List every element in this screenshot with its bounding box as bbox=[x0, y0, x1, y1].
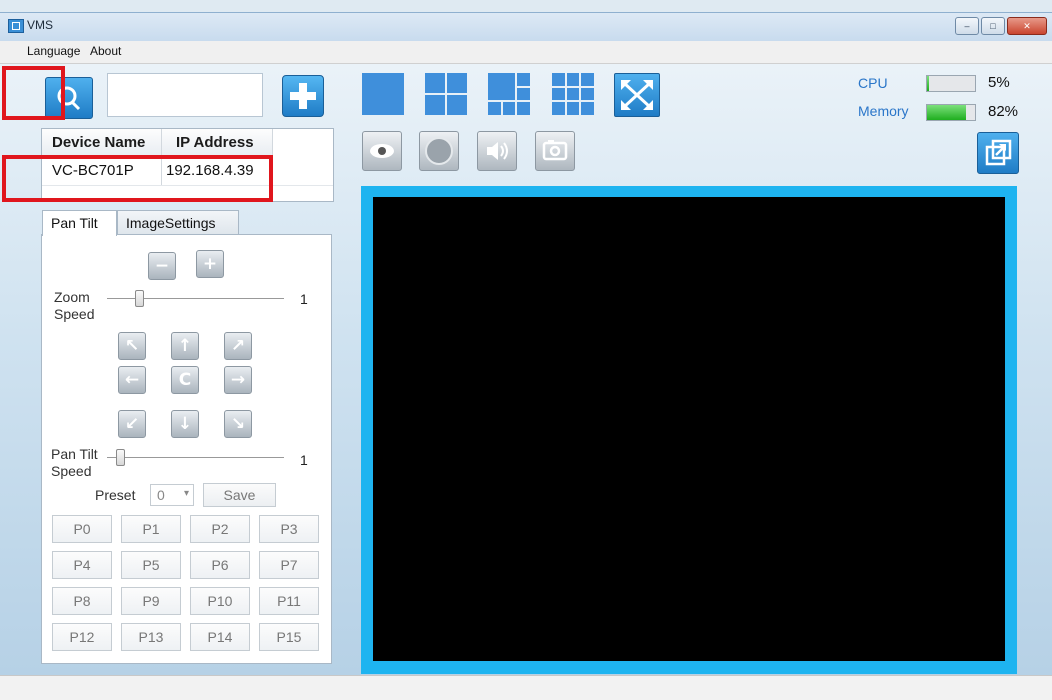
snapshot-button[interactable] bbox=[535, 131, 575, 171]
preview-button[interactable] bbox=[362, 131, 402, 171]
minimize-button[interactable]: – bbox=[955, 17, 979, 35]
cpu-value: 5% bbox=[988, 74, 1010, 91]
layout-1x1-button[interactable] bbox=[362, 73, 404, 115]
pan-tilt-speed-value: 1 bbox=[300, 452, 308, 468]
preset-button-p6[interactable]: P6 bbox=[190, 551, 250, 579]
column-header-device-name[interactable]: Device Name bbox=[52, 134, 145, 151]
device-search-input[interactable] bbox=[107, 73, 263, 117]
speaker-icon bbox=[487, 142, 508, 160]
pan-right-button[interactable]: → bbox=[224, 366, 252, 394]
app-icon bbox=[8, 19, 24, 33]
highlight-box-device-row bbox=[2, 155, 273, 202]
popout-window-button[interactable] bbox=[977, 132, 1019, 174]
preset-button-p7[interactable]: P7 bbox=[259, 551, 319, 579]
pan-tilt-speed-track bbox=[107, 457, 284, 458]
pan-up-button[interactable]: ↑ bbox=[171, 332, 199, 360]
title-bar: VMS – □ ✕ bbox=[0, 12, 1052, 41]
preset-button-p10[interactable]: P10 bbox=[190, 587, 250, 615]
expand-icon bbox=[621, 80, 653, 110]
window-title: VMS bbox=[27, 18, 54, 32]
pan-left-button[interactable]: ← bbox=[118, 366, 146, 394]
preset-button-p2[interactable]: P2 bbox=[190, 515, 250, 543]
preset-button-p11[interactable]: P11 bbox=[259, 587, 319, 615]
save-preset-button[interactable]: Save bbox=[203, 483, 276, 507]
menu-about[interactable]: About bbox=[90, 44, 121, 58]
memory-label: Memory bbox=[858, 103, 909, 119]
tab-pan-tilt[interactable]: Pan Tilt bbox=[42, 210, 117, 236]
preset-button-p4[interactable]: P4 bbox=[52, 551, 112, 579]
pan-down-right-button[interactable]: ↘ bbox=[224, 410, 252, 438]
cpu-label: CPU bbox=[858, 75, 888, 91]
menu-bar: Language About bbox=[0, 41, 1052, 64]
zoom-out-button[interactable]: − bbox=[148, 252, 176, 280]
preset-button-p0[interactable]: P0 bbox=[52, 515, 112, 543]
memory-value: 82% bbox=[988, 103, 1019, 120]
zoom-speed-track bbox=[107, 298, 284, 299]
layout-3x3-button[interactable] bbox=[552, 73, 594, 115]
memory-usage-bar bbox=[926, 104, 976, 121]
record-button[interactable] bbox=[419, 131, 459, 171]
preset-button-p15[interactable]: P15 bbox=[259, 623, 319, 651]
column-header-ip-address[interactable]: IP Address bbox=[176, 134, 254, 151]
add-device-button[interactable] bbox=[282, 75, 324, 117]
audio-button[interactable] bbox=[477, 131, 517, 171]
close-button[interactable]: ✕ bbox=[1007, 17, 1047, 35]
zoom-in-button[interactable]: + bbox=[196, 250, 224, 278]
pan-home-button[interactable]: C bbox=[171, 366, 199, 394]
eye-icon bbox=[370, 144, 394, 158]
pan-down-button[interactable]: ↓ bbox=[171, 410, 199, 438]
maximize-button[interactable]: □ bbox=[981, 17, 1005, 35]
preset-label: Preset bbox=[95, 487, 136, 503]
layout-2x2-button[interactable] bbox=[425, 73, 467, 115]
preset-button-p12[interactable]: P12 bbox=[52, 623, 112, 651]
menu-language[interactable]: Language bbox=[27, 44, 80, 58]
preset-button-p13[interactable]: P13 bbox=[121, 623, 181, 651]
preset-button-p5[interactable]: P5 bbox=[121, 551, 181, 579]
video-display[interactable] bbox=[373, 197, 1005, 661]
cpu-usage-bar bbox=[926, 75, 976, 92]
zoom-speed-label: Zoom Speed bbox=[54, 289, 95, 322]
pan-down-left-button[interactable]: ↙ bbox=[118, 410, 146, 438]
pan-up-left-button[interactable]: ↖ bbox=[118, 332, 146, 360]
preset-button-p14[interactable]: P14 bbox=[190, 623, 250, 651]
table-header: Device Name IP Address bbox=[42, 129, 273, 157]
camera-icon bbox=[542, 140, 568, 161]
fullscreen-button[interactable] bbox=[614, 73, 660, 117]
layout-1plus5-button[interactable] bbox=[488, 73, 530, 115]
preset-button-p9[interactable]: P9 bbox=[121, 587, 181, 615]
zoom-speed-slider[interactable] bbox=[135, 290, 144, 307]
preset-button-p3[interactable]: P3 bbox=[259, 515, 319, 543]
popout-icon bbox=[985, 139, 1012, 166]
preset-button-p1[interactable]: P1 bbox=[121, 515, 181, 543]
preset-select[interactable]: 0 bbox=[150, 484, 194, 506]
pan-tilt-speed-slider[interactable] bbox=[116, 449, 125, 466]
pan-tilt-speed-label: Pan Tilt Speed bbox=[51, 446, 98, 479]
pan-up-right-button[interactable]: ↗ bbox=[224, 332, 252, 360]
highlight-box-search bbox=[2, 66, 65, 120]
record-icon bbox=[425, 137, 453, 165]
status-bar bbox=[0, 675, 1052, 700]
tab-image-settings[interactable]: ImageSettings bbox=[117, 210, 239, 234]
preset-button-p8[interactable]: P8 bbox=[52, 587, 112, 615]
zoom-speed-value: 1 bbox=[300, 291, 308, 307]
